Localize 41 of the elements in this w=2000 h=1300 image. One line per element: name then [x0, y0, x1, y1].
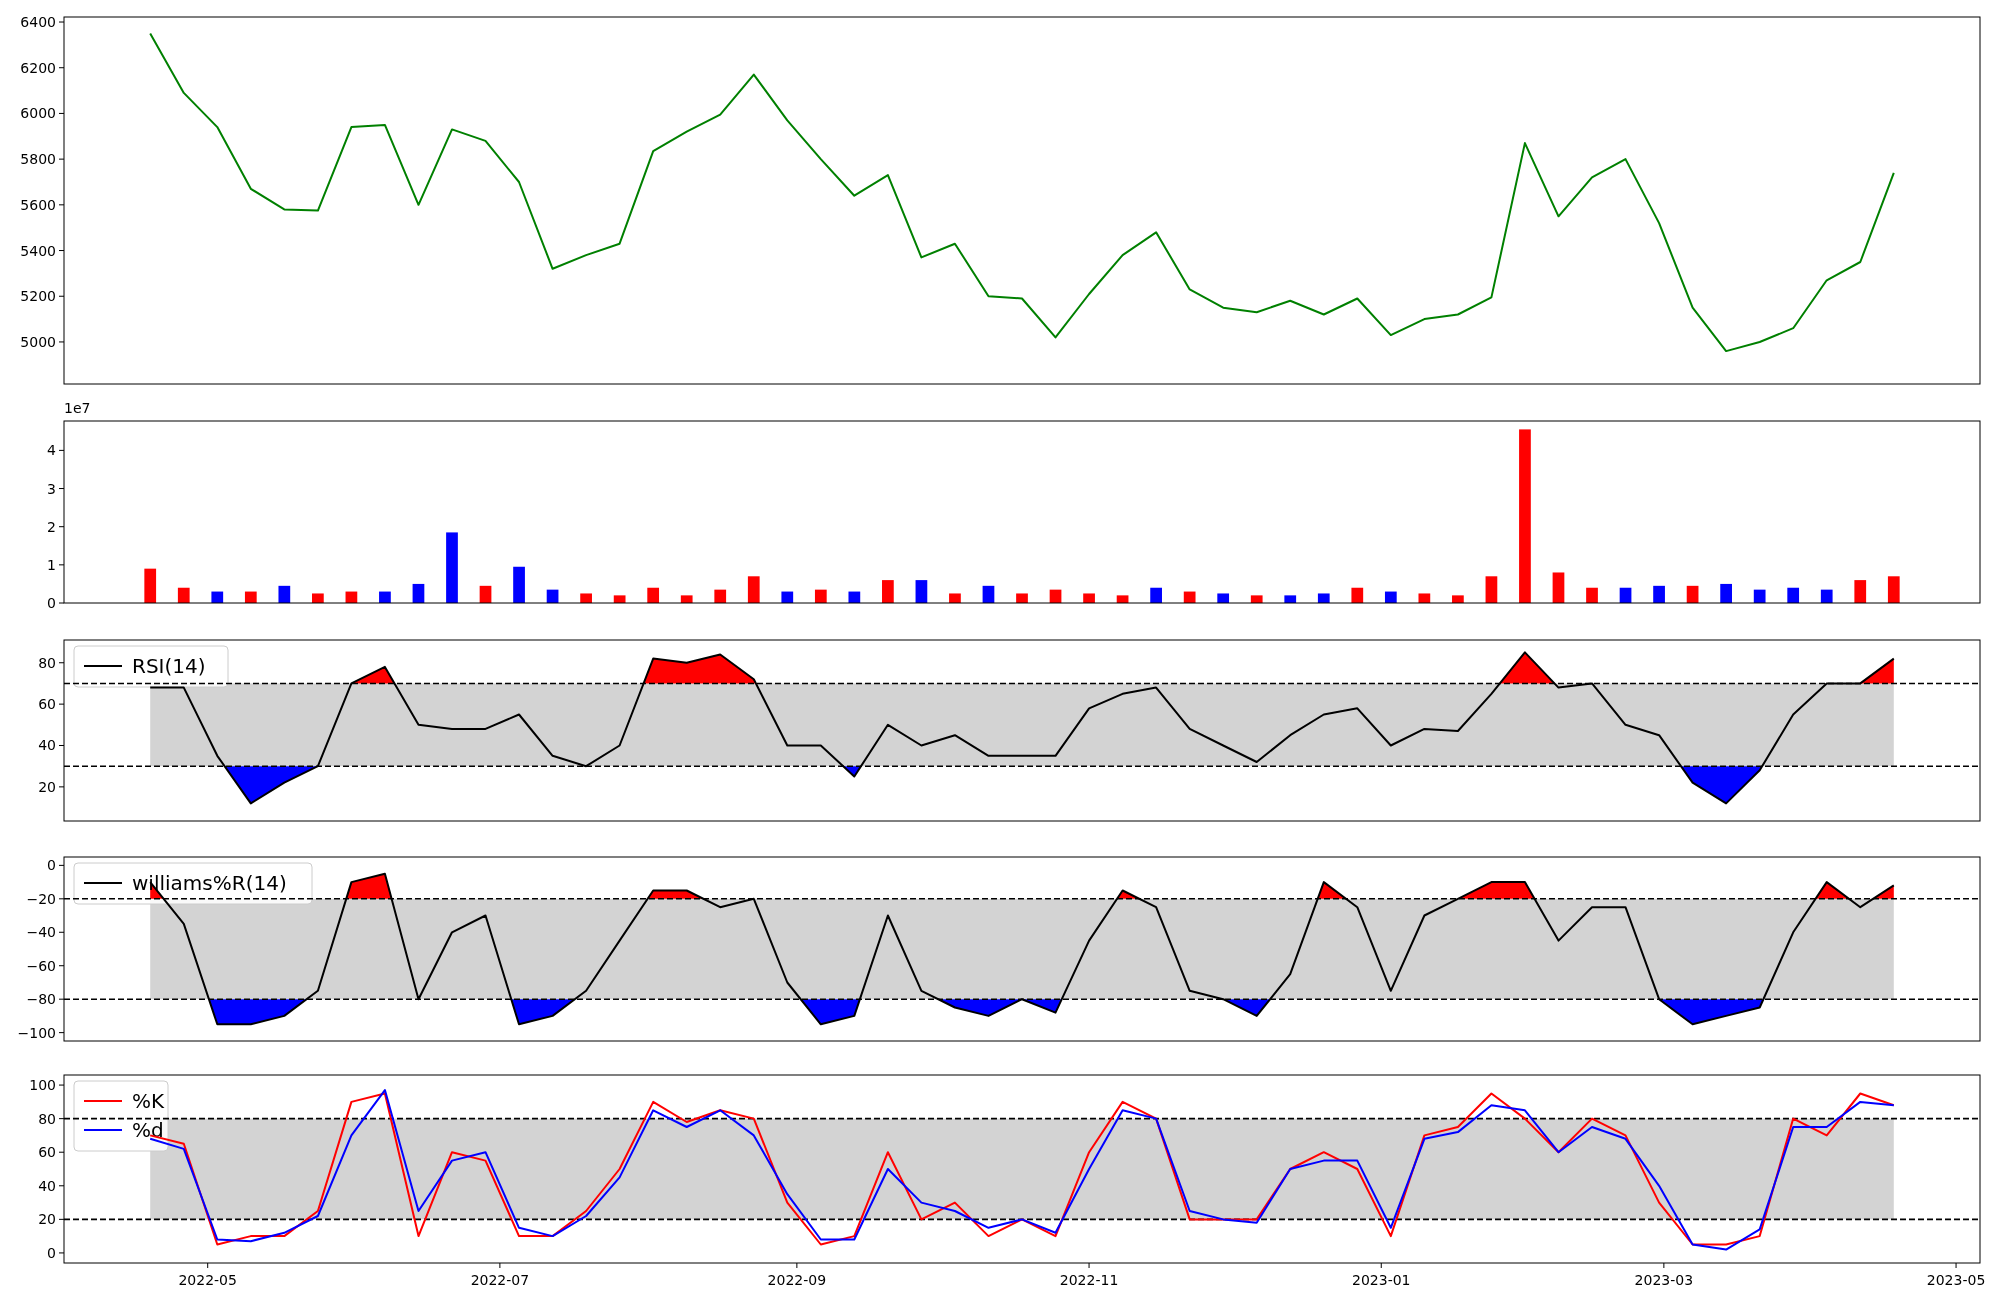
- tick-label: 6200: [20, 59, 56, 76]
- tick-label: 40: [38, 1177, 56, 1194]
- tick-label: 4: [47, 442, 56, 459]
- tick-label: 2: [47, 518, 56, 535]
- tick-label: 60: [38, 1144, 56, 1161]
- tick-label: −60: [26, 957, 56, 974]
- legend-label: RSI(14): [132, 654, 206, 678]
- tick-label: 5800: [20, 151, 56, 168]
- tick-label: 3: [47, 480, 56, 497]
- tick-label: 6400: [20, 14, 56, 31]
- tick-label: −20: [26, 890, 56, 907]
- tick-label: 2023-01: [1352, 1272, 1411, 1288]
- legend-label: williams%R(14): [132, 871, 287, 895]
- tick-label: 20: [38, 778, 56, 795]
- tick-label: 60: [38, 696, 56, 713]
- tick-label: 2023-03: [1634, 1272, 1694, 1288]
- tick-label: 5000: [20, 333, 56, 350]
- tick-label: 80: [38, 654, 56, 671]
- tick-label: −100: [17, 1024, 56, 1041]
- tick-label: 5600: [20, 196, 56, 213]
- tick-label: 6000: [20, 105, 56, 122]
- tick-label: 5400: [20, 242, 56, 259]
- tick-label: 2022-09: [767, 1272, 827, 1288]
- tick-label: 80: [38, 1110, 56, 1127]
- tick-label: −80: [26, 991, 56, 1008]
- tick-label: 5200: [20, 288, 56, 305]
- tick-label: 2023-05: [1926, 1272, 1986, 1288]
- tick-label: 2022-05: [178, 1272, 237, 1288]
- tick-label: 0: [47, 857, 56, 874]
- tick-label: 100: [29, 1077, 56, 1094]
- tick-label: 40: [38, 737, 56, 754]
- axis-offset-label: 1e7: [64, 400, 91, 416]
- legend-label: %d: [132, 1118, 164, 1142]
- tick-label: 2022-11: [1059, 1272, 1119, 1288]
- tick-label: 0: [47, 1244, 56, 1261]
- legend-label: %K: [132, 1089, 165, 1113]
- tick-label: 20: [38, 1211, 56, 1228]
- tick-label: −40: [26, 924, 56, 941]
- tick-label: 0: [47, 595, 56, 611]
- tick-label: 2022-07: [470, 1272, 530, 1288]
- tick-label: 1: [47, 556, 56, 573]
